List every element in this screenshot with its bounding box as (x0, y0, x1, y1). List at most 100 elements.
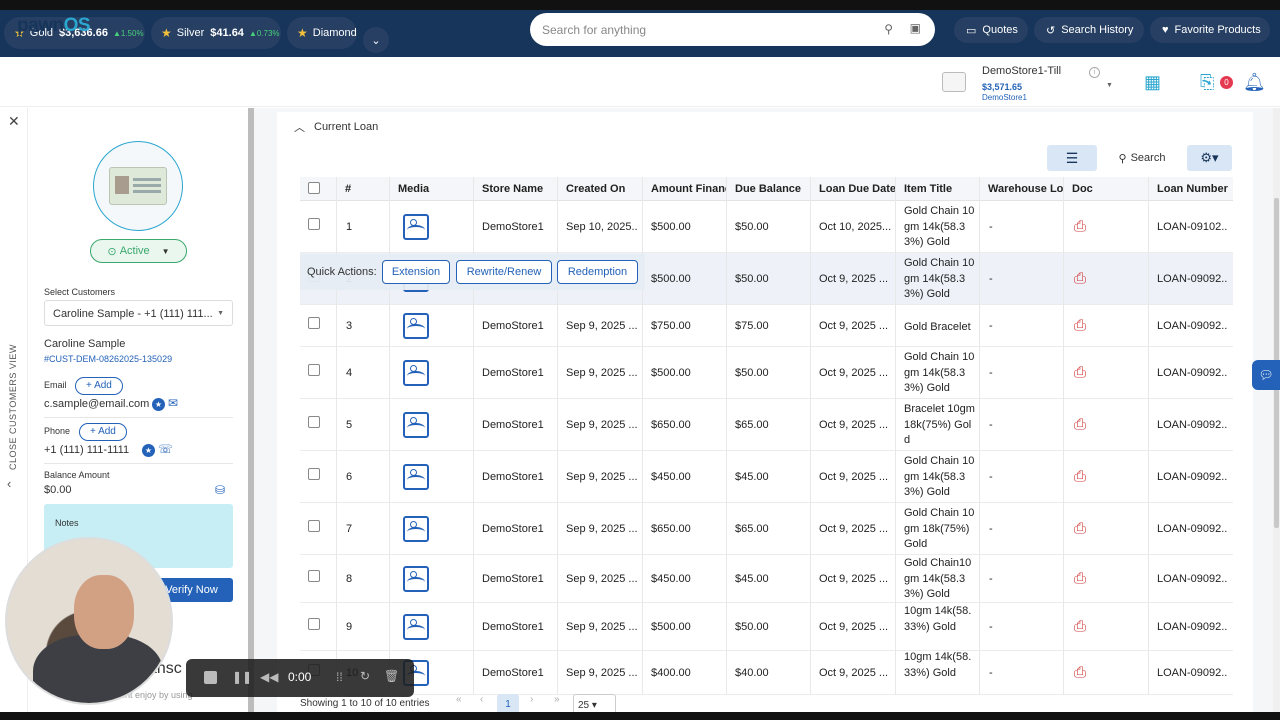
rewrite-renew-button[interactable]: Rewrite/Renew (456, 260, 552, 284)
diamond-price-chip[interactable]: ★ Diamond (287, 17, 357, 49)
loan-number[interactable]: LOAN-09092... (1157, 573, 1227, 585)
select-all-checkbox[interactable] (308, 182, 320, 194)
rewind-icon[interactable]: ◀◀ (260, 670, 278, 684)
row-checkbox[interactable] (308, 317, 320, 329)
col-created[interactable]: Created On (566, 183, 644, 195)
customer-id[interactable]: #CUST-DEM-08262025-135029 (44, 354, 172, 364)
filter-lines-icon[interactable]: ☰ (1047, 145, 1097, 171)
image-icon[interactable] (403, 360, 429, 386)
status-dropdown[interactable]: ⊙ Active ▼ (90, 239, 187, 263)
store-name: DemoStore1 (482, 320, 544, 332)
till-name[interactable]: DemoStore1-Till (982, 65, 1061, 77)
image-icon[interactable] (403, 464, 429, 490)
col-due-balance[interactable]: Due Balance (735, 183, 813, 195)
pdf-download-icon[interactable]: ⎙ (1074, 664, 1094, 682)
image-icon[interactable] (403, 614, 429, 640)
pdf-download-icon[interactable]: ⎙ (1074, 364, 1094, 382)
pawnos-logo[interactable]: pawnOS (17, 15, 91, 37)
loan-number[interactable]: LOAN-09092... (1157, 419, 1227, 431)
customer-select[interactable]: Caroline Sample - +1 (111) 111... ▼ (44, 300, 233, 326)
wallet-icon[interactable]: ⛁ (215, 483, 225, 497)
loan-number[interactable]: LOAN-09092... (1157, 367, 1227, 379)
chat-icon[interactable]: 💬︎ (1252, 360, 1280, 390)
image-icon[interactable] (403, 214, 429, 240)
col-doc[interactable]: Doc (1072, 183, 1150, 195)
quotes-button[interactable]: ▭ Quotes (954, 17, 1028, 43)
row-checkbox[interactable] (308, 416, 320, 428)
loan-number[interactable]: LOAN-09092... (1157, 273, 1227, 285)
grid-icon[interactable]: ⁞⁞ (336, 670, 343, 684)
col-amount[interactable]: Amount Financed (651, 183, 727, 195)
mail-icon[interactable]: ✉ (168, 396, 178, 410)
favorite-products-button[interactable]: ♥ Favorite Products (1150, 17, 1270, 43)
trash-icon[interactable]: 🗑︎ (384, 669, 399, 683)
stop-icon[interactable] (204, 671, 217, 684)
info-icon[interactable]: i (1089, 67, 1100, 78)
bell-icon[interactable]: 🔔︎ (1243, 72, 1266, 93)
image-icon[interactable] (403, 412, 429, 438)
row-checkbox[interactable] (308, 520, 320, 532)
section-title[interactable]: Current Loan (314, 121, 378, 133)
close-icon[interactable]: ✕ (8, 113, 20, 130)
pdf-download-icon[interactable]: ⎙ (1074, 218, 1094, 236)
col-media[interactable]: Media (398, 183, 473, 195)
pdf-download-icon[interactable]: ⎙ (1074, 570, 1094, 588)
loan-number[interactable]: LOAN-09092... (1157, 667, 1227, 679)
silver-price-chip[interactable]: ★ Silver $41.64 ▲0.73% (151, 17, 281, 49)
pdf-download-icon[interactable]: ⎙ (1074, 468, 1094, 486)
image-icon[interactable] (403, 566, 429, 592)
next-page-icon[interactable]: › (530, 694, 533, 705)
col-loan-number[interactable]: Loan Number (1157, 183, 1229, 195)
phone-icon[interactable]: ☏ (158, 442, 173, 456)
created-on: Sep 9, 2025 ... (566, 419, 638, 431)
col-number[interactable]: # (345, 183, 385, 195)
close-customers-view-label[interactable]: CLOSE CUSTOMERS VIEW (8, 344, 18, 470)
pdf-download-icon[interactable]: ⎙ (1074, 270, 1094, 288)
row-checkbox[interactable] (308, 468, 320, 480)
table-search-button[interactable]: ⚲ Search (1110, 145, 1174, 171)
image-icon[interactable] (403, 313, 429, 339)
row-checkbox[interactable] (308, 364, 320, 376)
loan-number[interactable]: LOAN-09102... (1157, 221, 1227, 233)
cart-icon[interactable]: ⎘ (1200, 72, 1214, 93)
prev-page-icon[interactable]: ‹ (480, 694, 483, 705)
chevron-left-icon[interactable]: ‹ (7, 476, 11, 491)
customer-avatar[interactable] (93, 141, 183, 231)
row-checkbox[interactable] (308, 570, 320, 582)
item-title: Gold Chain 10 gm 14k(58.3 3%) Gold (904, 351, 975, 394)
restart-icon[interactable]: ↻ (360, 669, 370, 683)
add-phone-button[interactable]: + Add (79, 423, 127, 441)
add-email-button[interactable]: + Add (75, 377, 123, 395)
global-search-input[interactable]: Search for anything ⚲ ▣ (530, 13, 935, 46)
loan-number[interactable]: LOAN-09092... (1157, 621, 1227, 633)
search-icon[interactable]: ⚲ (884, 22, 893, 36)
page-scrollbar[interactable] (1273, 108, 1280, 720)
col-due-date[interactable]: Loan Due Date (819, 183, 897, 195)
chevron-up-icon[interactable]: ︿ (294, 119, 305, 135)
calculator-icon[interactable]: ▦ (1144, 72, 1161, 93)
row-checkbox[interactable] (308, 618, 320, 630)
image-icon[interactable] (403, 516, 429, 542)
settings-gear-icon[interactable]: ⚙▾ (1187, 145, 1232, 171)
loan-number[interactable]: LOAN-09092... (1157, 523, 1227, 535)
pause-icon[interactable]: ❚❚ (232, 670, 252, 684)
till-dropdown-icon[interactable]: ▼ (1106, 82, 1113, 89)
extension-button[interactable]: Extension (382, 260, 450, 284)
col-store[interactable]: Store Name (482, 183, 560, 195)
search-history-button[interactable]: ↺ Search History (1034, 17, 1144, 43)
last-page-icon[interactable]: » (554, 694, 560, 705)
redemption-button[interactable]: Redemption (557, 260, 638, 284)
pdf-download-icon[interactable]: ⎙ (1074, 416, 1094, 434)
loan-due-date: Oct 9, 2025 ... (819, 320, 889, 332)
loan-number[interactable]: LOAN-09092... (1157, 471, 1227, 483)
row-checkbox[interactable] (308, 218, 320, 230)
pdf-download-icon[interactable]: ⎙ (1074, 520, 1094, 538)
image-search-icon[interactable]: ▣ (910, 21, 921, 35)
col-warehouse[interactable]: Warehouse Location (988, 183, 1064, 195)
loan-number[interactable]: LOAN-09092... (1157, 320, 1227, 332)
chevron-down-icon[interactable]: ⌄ (363, 27, 389, 53)
first-page-icon[interactable]: « (456, 694, 462, 705)
col-item-title[interactable]: Item Title (904, 183, 982, 195)
pdf-download-icon[interactable]: ⎙ (1074, 317, 1094, 335)
pdf-download-icon[interactable]: ⎙ (1074, 618, 1094, 636)
